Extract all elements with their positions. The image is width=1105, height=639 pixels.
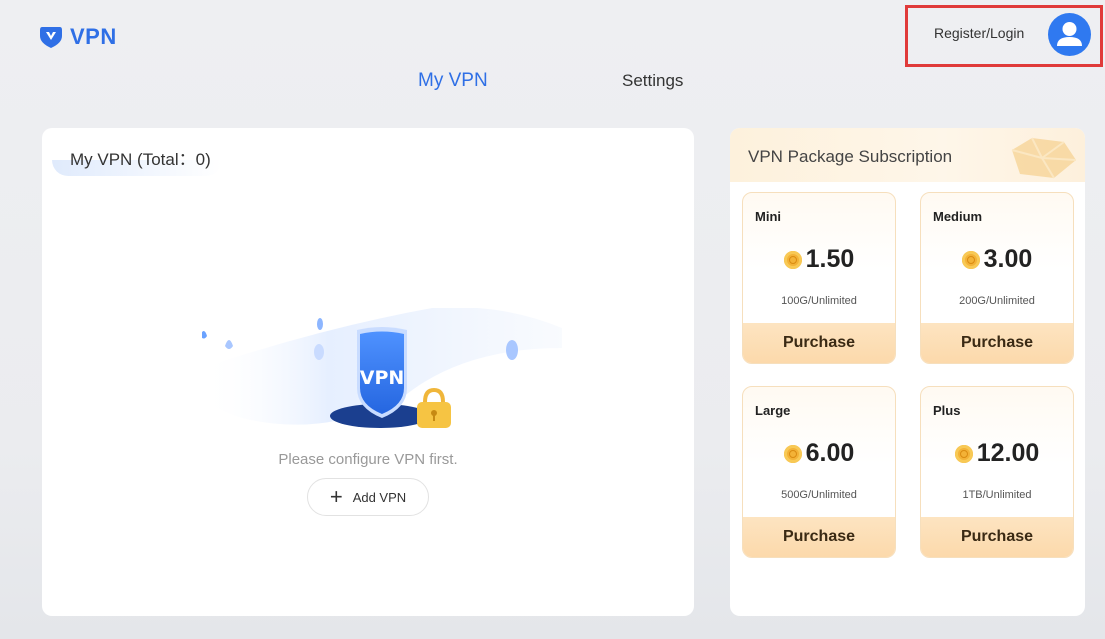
plan-price-value: 3.00 [983, 245, 1033, 273]
plan-name: Large [755, 403, 791, 418]
plan-name: Mini [755, 209, 781, 224]
plan-price: 6.00 [743, 439, 895, 468]
plan-price-value: 1.50 [805, 245, 855, 273]
purchase-button[interactable]: Purchase [743, 517, 895, 557]
plan-price: 12.00 [921, 439, 1073, 468]
plan-name: Plus [933, 403, 961, 418]
my-vpn-title: My VPN (Total：0) [70, 150, 211, 169]
register-login-button[interactable]: Register/Login [905, 5, 1103, 67]
subscription-header: VPN Package Subscription [730, 128, 1085, 182]
add-vpn-label: Add VPN [352, 489, 407, 505]
coin-icon [954, 444, 973, 463]
vpn-empty-illustration-icon: VPN [202, 308, 562, 428]
coin-icon [783, 444, 802, 463]
plan-quota: 1TB/Unlimited [962, 489, 1032, 501]
register-login-label[interactable]: Register/Login [934, 25, 1024, 41]
plan-price: 1.50 [743, 245, 895, 274]
plus-icon: + [329, 484, 343, 509]
subscription-panel: VPN Package Subscription Mini 1.50 100G/… [730, 128, 1085, 616]
subscription-title: VPN Package Subscription [748, 147, 953, 166]
coin-icon [783, 250, 802, 269]
plan-price-value: 6.00 [805, 439, 855, 467]
app-name: VPN [70, 24, 117, 49]
plan-price-value: 12.00 [976, 439, 1040, 467]
app-logo: VPN [38, 24, 117, 50]
plan-card-plus: Plus 12.00 1TB/Unlimited Purchase [920, 386, 1074, 558]
plan-card-medium: Medium 3.00 200G/Unlimited Purchase [920, 192, 1074, 364]
my-vpn-panel: My VPN (Total：0) VPN Please configure VP… [42, 128, 694, 616]
plan-price: 3.00 [921, 245, 1073, 274]
plan-card-mini: Mini 1.50 100G/Unlimited Purchase [742, 192, 896, 364]
add-vpn-button[interactable]: + Add VPN [307, 478, 429, 516]
tab-settings[interactable]: Settings [622, 71, 683, 91]
purchase-button[interactable]: Purchase [743, 323, 895, 363]
purchase-button[interactable]: Purchase [921, 323, 1073, 363]
plan-quota: 200G/Unlimited [959, 295, 1035, 307]
coin-icon [961, 250, 980, 269]
user-avatar-icon[interactable] [1048, 13, 1091, 56]
svg-text:VPN: VPN [360, 367, 405, 389]
empty-state-message: Please configure VPN first. [278, 451, 458, 468]
purchase-button[interactable]: Purchase [921, 517, 1073, 557]
plan-quota: 500G/Unlimited [781, 489, 857, 501]
plan-card-large: Large 6.00 500G/Unlimited Purchase [742, 386, 896, 558]
plan-name: Medium [933, 209, 983, 224]
tab-my-vpn[interactable]: My VPN [418, 70, 488, 92]
plan-quota: 100G/Unlimited [781, 295, 857, 307]
vpn-shield-logo-icon [40, 27, 62, 48]
gem-decoration-icon [1011, 137, 1077, 179]
